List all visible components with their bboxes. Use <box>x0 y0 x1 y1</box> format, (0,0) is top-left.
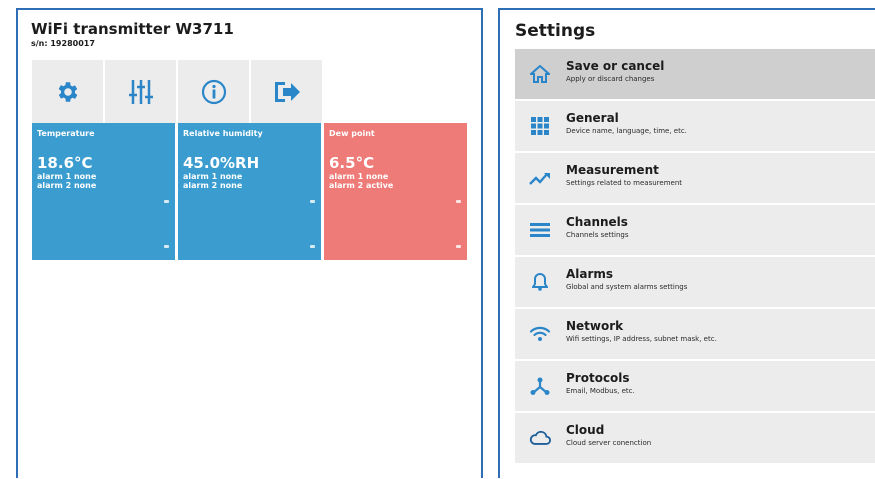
gear-icon <box>55 79 81 105</box>
wifi-icon <box>529 323 551 345</box>
menu-item-save-or-cancel[interactable]: Save or cancel Apply or discard changes <box>515 49 875 101</box>
list-icon <box>529 219 551 241</box>
channel-name: Relative humidity <box>183 129 263 138</box>
menu-item-alarms[interactable]: Alarms Global and system alarms settings <box>515 257 875 309</box>
home-icon <box>529 63 551 85</box>
logout-icon <box>273 80 301 104</box>
settings-button[interactable] <box>32 60 103 123</box>
menu-item-protocols[interactable]: Protocols Email, Modbus, etc. <box>515 361 875 413</box>
info-button[interactable] <box>178 60 249 123</box>
network-icon <box>529 375 551 397</box>
menu-item-description: Wifi settings, IP address, subnet mask, … <box>566 335 717 343</box>
menu-item-label: Network <box>566 319 624 333</box>
menu-item-label: Protocols <box>566 371 630 385</box>
trend-icon <box>529 167 551 189</box>
menu-item-general[interactable]: General Device name, language, time, etc… <box>515 101 875 153</box>
adjust-button[interactable] <box>105 60 176 123</box>
tile-marker <box>310 200 315 203</box>
channel-value: 45.0%RH <box>183 154 260 172</box>
channel-tile-temperature[interactable]: Temperature 18.6°C alarm 1 none alarm 2 … <box>32 123 175 260</box>
tile-marker <box>456 200 461 203</box>
tile-marker <box>164 245 169 248</box>
settings-menu: Save or cancel Apply or discard changes … <box>515 49 875 465</box>
channel-tile-dew-point[interactable]: Dew point 6.5°C alarm 1 none alarm 2 act… <box>324 123 467 260</box>
settings-title: Settings <box>515 21 596 41</box>
menu-item-label: Cloud <box>566 423 605 437</box>
tile-marker <box>456 245 461 248</box>
menu-item-label: Save or cancel <box>566 59 665 73</box>
menu-item-description: Settings related to measurement <box>566 179 683 187</box>
alarm-2-status: alarm 2 none <box>37 181 97 190</box>
alarm-1-status: alarm 1 none <box>329 172 389 181</box>
menu-item-description: Email, Modbus, etc. <box>566 387 635 395</box>
menu-item-cloud[interactable]: Cloud Cloud server conenction <box>515 413 875 465</box>
sliders-icon <box>128 78 154 106</box>
menu-item-measurement[interactable]: Measurement Settings related to measurem… <box>515 153 875 205</box>
channel-tiles: Temperature 18.6°C alarm 1 none alarm 2 … <box>32 123 467 260</box>
alarm-2-status: alarm 2 active <box>329 181 394 190</box>
menu-item-description: Apply or discard changes <box>566 75 655 83</box>
alarm-2-status: alarm 2 none <box>183 181 243 190</box>
logout-button[interactable] <box>251 60 322 123</box>
bell-icon <box>529 271 551 293</box>
channel-value: 6.5°C <box>329 154 375 172</box>
channel-name: Dew point <box>329 129 375 138</box>
channel-tile-humidity[interactable]: Relative humidity 45.0%RH alarm 1 none a… <box>178 123 321 260</box>
menu-item-label: Channels <box>566 215 628 229</box>
device-title: WiFi transmitter W3711 <box>31 20 234 38</box>
alarm-1-status: alarm 1 none <box>37 172 97 181</box>
menu-item-label: Alarms <box>566 267 614 281</box>
toolbar <box>32 60 322 123</box>
cloud-icon <box>529 427 551 449</box>
info-icon <box>201 79 227 105</box>
alarm-1-status: alarm 1 none <box>183 172 243 181</box>
menu-item-description: Channels settings <box>566 231 629 239</box>
menu-item-label: Measurement <box>566 163 659 177</box>
channel-name: Temperature <box>37 129 95 138</box>
grid-icon <box>529 115 551 137</box>
menu-item-channels[interactable]: Channels Channels settings <box>515 205 875 257</box>
device-panel: WiFi transmitter W3711 s/n: 19280017 Tem… <box>16 8 483 478</box>
device-serial: s/n: 19280017 <box>31 39 95 48</box>
menu-item-label: General <box>566 111 619 125</box>
tile-marker <box>164 200 169 203</box>
settings-panel: Settings Save or cancel Apply or discard… <box>498 8 875 478</box>
channel-value: 18.6°C <box>37 154 93 172</box>
menu-item-network[interactable]: Network Wifi settings, IP address, subne… <box>515 309 875 361</box>
tile-marker <box>310 245 315 248</box>
menu-item-description: Cloud server conenction <box>566 439 652 447</box>
menu-item-description: Device name, language, time, etc. <box>566 127 687 135</box>
menu-item-description: Global and system alarms settings <box>566 283 688 291</box>
